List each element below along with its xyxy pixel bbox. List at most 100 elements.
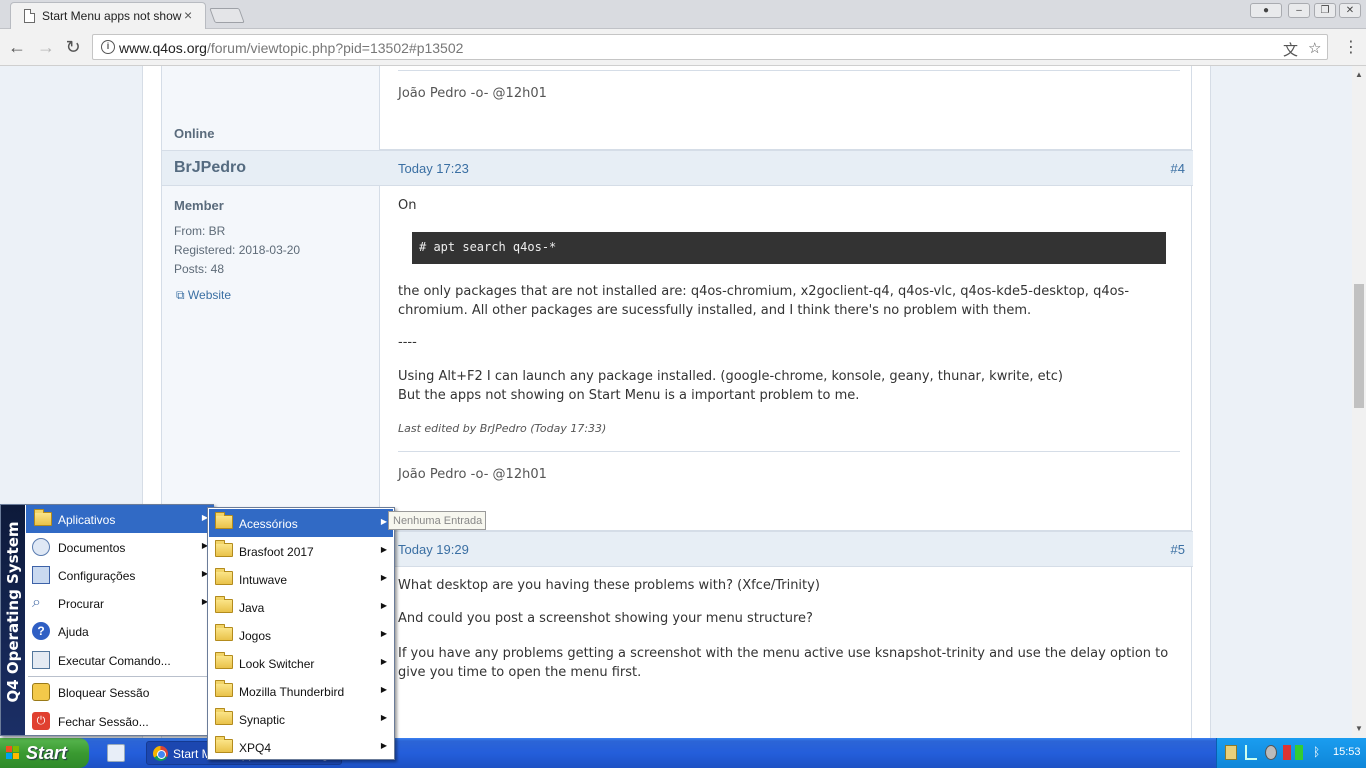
battery-green-icon[interactable] xyxy=(1295,745,1303,760)
online-status: Online xyxy=(174,126,215,141)
folder-icon xyxy=(215,568,233,585)
post-date[interactable]: Today 17:23 xyxy=(398,161,469,176)
menu-kebab-icon[interactable]: ⋮ xyxy=(1343,37,1359,57)
menu-item-aplicativos[interactable]: Aplicativos ▶ xyxy=(26,505,214,533)
submenu-arrow-icon: ▶ xyxy=(380,629,387,638)
menu-item-label: Procurar xyxy=(58,597,105,611)
user-from: From: BR xyxy=(174,224,226,238)
documents-icon xyxy=(32,538,50,556)
submenu-item-label: Synaptic xyxy=(239,713,286,727)
username[interactable]: BrJPedro xyxy=(174,159,246,177)
menu-item-fechar-sessao[interactable]: ⏻ Fechar Sessão... xyxy=(26,707,214,735)
settings-icon xyxy=(32,566,50,584)
back-arrow-icon[interactable]: ← xyxy=(6,36,28,58)
menu-item-label: Aplicativos xyxy=(58,513,116,527)
browser-toolbar: ← → ↻ i www.q4os.org/forum/viewtopic.php… xyxy=(0,29,1366,66)
bookmark-star-icon[interactable]: ☆ xyxy=(1308,39,1321,57)
browser-tab[interactable]: Start Menu apps not showing × xyxy=(10,2,206,29)
page-icon xyxy=(24,9,35,23)
submenu-arrow-icon: ▶ xyxy=(380,601,387,610)
menu-item-ajuda[interactable]: ? Ajuda xyxy=(26,617,214,645)
post-number[interactable]: #5 xyxy=(1171,542,1185,557)
post-header: BrJPedro Today 17:23 #4 xyxy=(162,150,1193,186)
submenu-item-jogos[interactable]: Jogos ▶ xyxy=(209,621,393,649)
network-icon[interactable] xyxy=(1245,745,1257,760)
clock[interactable]: 15:53 xyxy=(1333,746,1361,758)
post-text: But the apps not showing on Start Menu i… xyxy=(398,388,860,403)
start-menu: Q4 Operating System Aplicativos ▶ Docume… xyxy=(0,504,214,736)
submenu-arrow-icon: ▶ xyxy=(380,573,387,582)
folder-icon xyxy=(215,736,233,753)
info-icon[interactable]: i xyxy=(101,40,115,54)
menu-item-documentos[interactable]: Documentos ▶ xyxy=(26,533,214,561)
website-link[interactable]: ⧉ Website xyxy=(176,288,231,303)
show-desktop-icon[interactable] xyxy=(107,744,125,762)
chrome-icon xyxy=(153,746,168,761)
folder-icon xyxy=(215,652,233,669)
scroll-down-icon[interactable]: ▼ xyxy=(1355,724,1363,733)
address-bar[interactable]: i www.q4os.org/forum/viewtopic.php?pid=1… xyxy=(92,34,1328,60)
user-posts: Posts: 48 xyxy=(174,262,225,276)
post-text: Using Alt+F2 I can launch any package in… xyxy=(398,369,1063,384)
post-text: On xyxy=(398,198,417,213)
url-host: www.q4os.org xyxy=(119,40,207,56)
submenu-item-look-switcher[interactable]: Look Switcher ▶ xyxy=(209,649,393,677)
submenu-arrow-icon: ▶ xyxy=(380,741,387,750)
website-label: Website xyxy=(187,288,232,302)
submenu-item-label: Intuwave xyxy=(239,573,288,587)
menu-item-label: Fechar Sessão... xyxy=(58,715,149,729)
post-number[interactable]: #4 xyxy=(1171,161,1185,176)
submenu-item-java[interactable]: Java ▶ xyxy=(209,593,393,621)
battery-red-icon[interactable] xyxy=(1283,745,1291,760)
submenu-item-synaptic[interactable]: Synaptic ▶ xyxy=(209,705,393,733)
url-text[interactable]: www.q4os.org/forum/viewtopic.php?pid=135… xyxy=(119,40,463,56)
menu-item-executar-comando[interactable]: Executar Comando... xyxy=(26,646,214,674)
taskbar: Start Start Menu apps not showing - Goog… xyxy=(0,738,1366,768)
clipboard-icon[interactable] xyxy=(1225,745,1237,760)
restore-button[interactable]: ❐ xyxy=(1314,3,1336,18)
scroll-up-icon[interactable]: ▲ xyxy=(1355,70,1363,79)
reload-icon[interactable]: ↻ xyxy=(62,36,84,58)
signature: João Pedro -o- @12h01 xyxy=(398,467,547,482)
profile-icon[interactable]: ● xyxy=(1250,3,1282,18)
post-text: And could you post a screenshot showing … xyxy=(398,611,813,626)
page-scrollbar[interactable]: ▲ ▼ xyxy=(1352,66,1366,738)
submenu-arrow-icon: ▶ xyxy=(380,685,387,694)
start-button[interactable]: Start xyxy=(0,738,89,768)
submenu-item-mozilla-thunderbird[interactable]: Mozilla Thunderbird ▶ xyxy=(209,677,393,705)
bluetooth-icon[interactable]: ᛒ xyxy=(1313,745,1325,760)
menu-item-label: Executar Comando... xyxy=(58,654,171,668)
scroll-thumb[interactable] xyxy=(1354,284,1364,408)
tab-close-icon[interactable]: × xyxy=(184,7,192,23)
menu-item-configuracoes[interactable]: Configurações ▶ xyxy=(26,561,214,589)
submenu-arrow-icon: ▶ xyxy=(380,657,387,666)
submenu-item-brasfoot[interactable]: Brasfoot 2017 ▶ xyxy=(209,537,393,565)
forward-arrow-icon[interactable]: → xyxy=(35,36,57,58)
submenu-item-xpq4[interactable]: XPQ4 ▶ xyxy=(209,733,393,761)
new-tab-button[interactable] xyxy=(209,8,245,23)
post-text: What desktop are you having these proble… xyxy=(398,578,820,593)
post-text: If you have any problems getting a scree… xyxy=(398,646,1169,680)
os-brand-label: Q4 Operating System xyxy=(4,521,22,703)
submenu-item-acessorios[interactable]: Acessórios ▶ xyxy=(209,509,393,537)
submenu-item-label: Java xyxy=(239,601,265,615)
url-path: /forum/viewtopic.php?pid=13502#p13502 xyxy=(206,40,464,56)
submenu-item-label: Jogos xyxy=(239,629,272,643)
minimize-button[interactable]: – xyxy=(1288,3,1310,18)
close-window-button[interactable]: ✕ xyxy=(1339,3,1361,18)
submenu-item-intuwave[interactable]: Intuwave ▶ xyxy=(209,565,393,593)
folder-icon xyxy=(215,708,233,725)
post-text: ---- xyxy=(398,335,417,350)
menu-separator xyxy=(28,676,212,677)
post-date[interactable]: Today 19:29 xyxy=(398,542,469,557)
menu-item-label: Documentos xyxy=(58,541,126,555)
edit-note: Last edited by BrJPedro (Today 17:33) xyxy=(398,422,607,435)
translate-icon[interactable]: ⽂ xyxy=(1283,39,1298,60)
user-registered: Registered: 2018-03-20 xyxy=(174,243,301,257)
system-tray: ᛒ 15:53 xyxy=(1216,738,1366,768)
volume-icon[interactable] xyxy=(1265,745,1277,760)
code-block: # apt search q4os-* xyxy=(412,232,1166,264)
menu-item-procurar[interactable]: ⌕ Procurar ▶ xyxy=(26,589,214,617)
menu-item-bloquear-sessao[interactable]: Bloquear Sessão xyxy=(26,678,214,706)
start-menu-sidebar: Q4 Operating System xyxy=(1,505,25,735)
